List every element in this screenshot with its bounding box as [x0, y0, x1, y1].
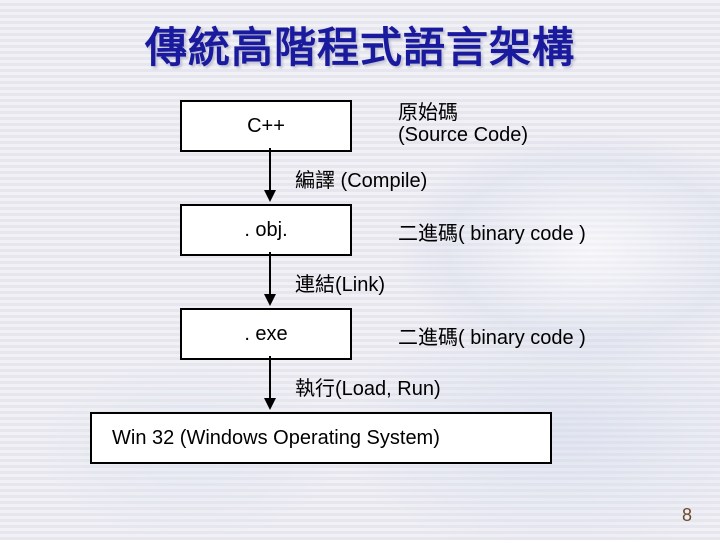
arrow-run [260, 356, 280, 412]
slide-title: 傳統高階程式語言架構 [0, 14, 720, 75]
label-binary-2: 二進碼( binary code ) [398, 321, 586, 350]
box-cpp: C++ [180, 100, 352, 152]
slide-content: 傳統高階程式語言架構 C++ 原始碼 (Source Code) 編譯 (Com… [0, 0, 720, 540]
page-number: 8 [682, 505, 692, 526]
box-exe: . exe [180, 308, 352, 360]
label-binary-1: 二進碼( binary code ) [398, 217, 586, 246]
label-source-code: 原始碼 (Source Code) [398, 102, 528, 146]
box-obj: . obj. [180, 204, 352, 256]
box-win32: Win 32 (Windows Operating System) [90, 412, 552, 464]
step-compile: 編譯 (Compile) [295, 164, 427, 193]
arrow-compile [260, 148, 280, 204]
step-run: 執行(Load, Run) [295, 372, 441, 401]
arrow-link [260, 252, 280, 308]
step-link: 連結(Link) [295, 268, 385, 297]
